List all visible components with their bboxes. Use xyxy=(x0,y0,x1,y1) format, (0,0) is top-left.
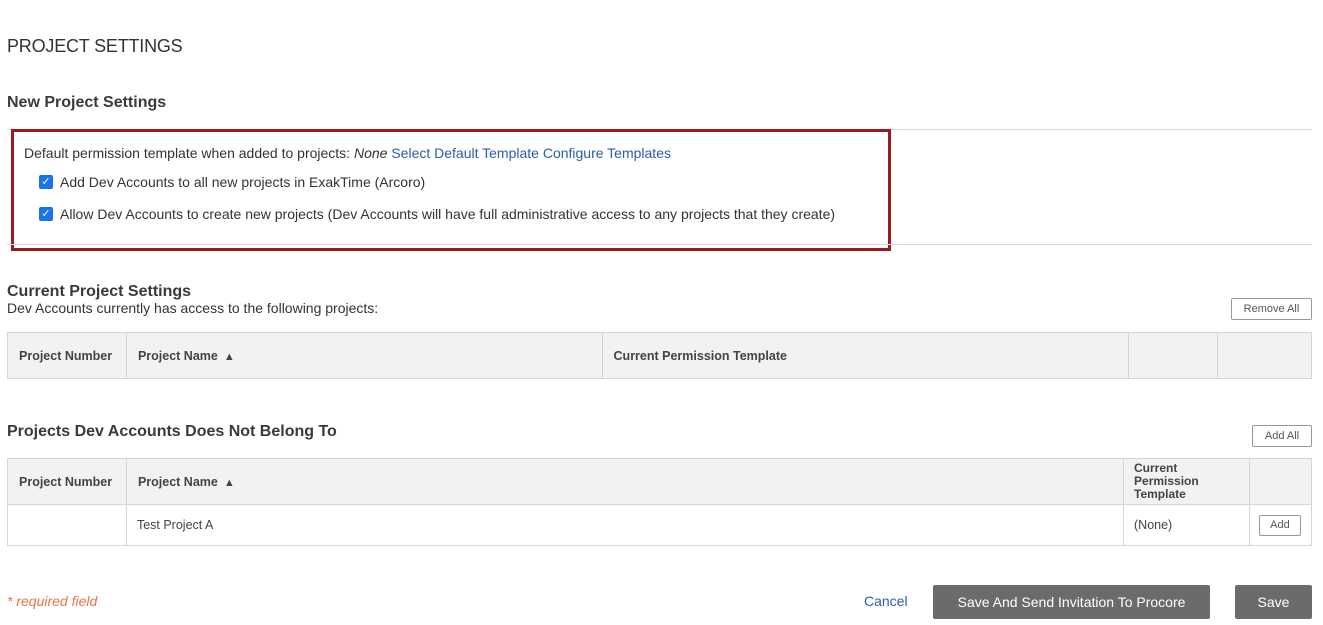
current-project-settings-heading: Current Project Settings xyxy=(7,283,192,300)
checkmark-icon: ✓ xyxy=(41,175,51,188)
add-to-new-projects-row: ✓ Add Dev Accounts to all new projects i… xyxy=(39,174,425,190)
access-description: Dev Accounts currently has access to the… xyxy=(7,300,379,316)
sort-ascending-icon: ▲ xyxy=(223,350,235,363)
save-button[interactable]: Save xyxy=(1235,585,1312,619)
default-permission-label: Default permission template when added t… xyxy=(24,145,351,161)
column-project-name[interactable]: Project Name ▲ xyxy=(125,332,603,379)
configure-templates-link[interactable]: Configure Templates xyxy=(543,145,671,161)
add-to-new-projects-label: Add Dev Accounts to all new projects in … xyxy=(60,174,426,190)
remove-all-button[interactable]: Remove All xyxy=(1231,298,1312,320)
new-project-settings-heading: New Project Settings xyxy=(7,94,167,111)
default-permission-value: None xyxy=(353,145,388,161)
save-and-send-invitation-button[interactable]: Save And Send Invitation To Procore xyxy=(933,585,1210,619)
current-projects-table: Project Number Project Name ▲ Current Per… xyxy=(7,332,1312,379)
checkmark-icon: ✓ xyxy=(41,207,51,220)
column-actions xyxy=(1217,332,1312,379)
add-project-button[interactable]: Add xyxy=(1258,514,1301,536)
allow-create-projects-row: ✓ Allow Dev Accounts to create new proje… xyxy=(39,206,835,222)
column-current-permission-template[interactable]: Current Permission Template xyxy=(601,332,1130,379)
select-default-template-link[interactable]: Select Default Template xyxy=(391,145,539,161)
page-title: PROJECT SETTINGS xyxy=(7,36,183,56)
allow-create-projects-checkbox[interactable]: ✓ xyxy=(39,207,53,221)
column-project-name-label: Project Name xyxy=(137,348,218,363)
column-project-number[interactable]: Project Number xyxy=(7,332,127,379)
divider xyxy=(7,244,1312,245)
column-empty xyxy=(1128,332,1219,379)
sort-ascending-icon: ▲ xyxy=(223,476,235,489)
not-belong-table: Project Number Project Name ▲ Current Per… xyxy=(7,458,1313,546)
table-row: Test Project A (None) Add xyxy=(7,504,1313,546)
template-cell: (None) xyxy=(1123,504,1250,546)
allow-create-projects-label: Allow Dev Accounts to create new project… xyxy=(60,206,836,222)
required-field-note: * required field xyxy=(7,593,98,609)
default-permission-line: Default permission template when added t… xyxy=(24,145,671,161)
project-number-cell xyxy=(7,504,127,546)
column-project-name-label: Project Name xyxy=(137,474,218,489)
action-cell: Add xyxy=(1248,504,1313,546)
add-all-button[interactable]: Add All xyxy=(1252,425,1312,447)
column-current-permission-template[interactable]: Current Permission Template xyxy=(1123,458,1250,505)
project-name-cell: Test Project A xyxy=(125,504,1125,546)
cancel-button[interactable]: Cancel xyxy=(864,593,908,609)
column-project-number[interactable]: Project Number xyxy=(7,458,127,505)
column-actions xyxy=(1248,458,1313,505)
column-project-name[interactable]: Project Name ▲ xyxy=(125,458,1125,505)
add-to-new-projects-checkbox[interactable]: ✓ xyxy=(39,175,53,189)
not-belong-heading: Projects Dev Accounts Does Not Belong To xyxy=(7,423,337,440)
